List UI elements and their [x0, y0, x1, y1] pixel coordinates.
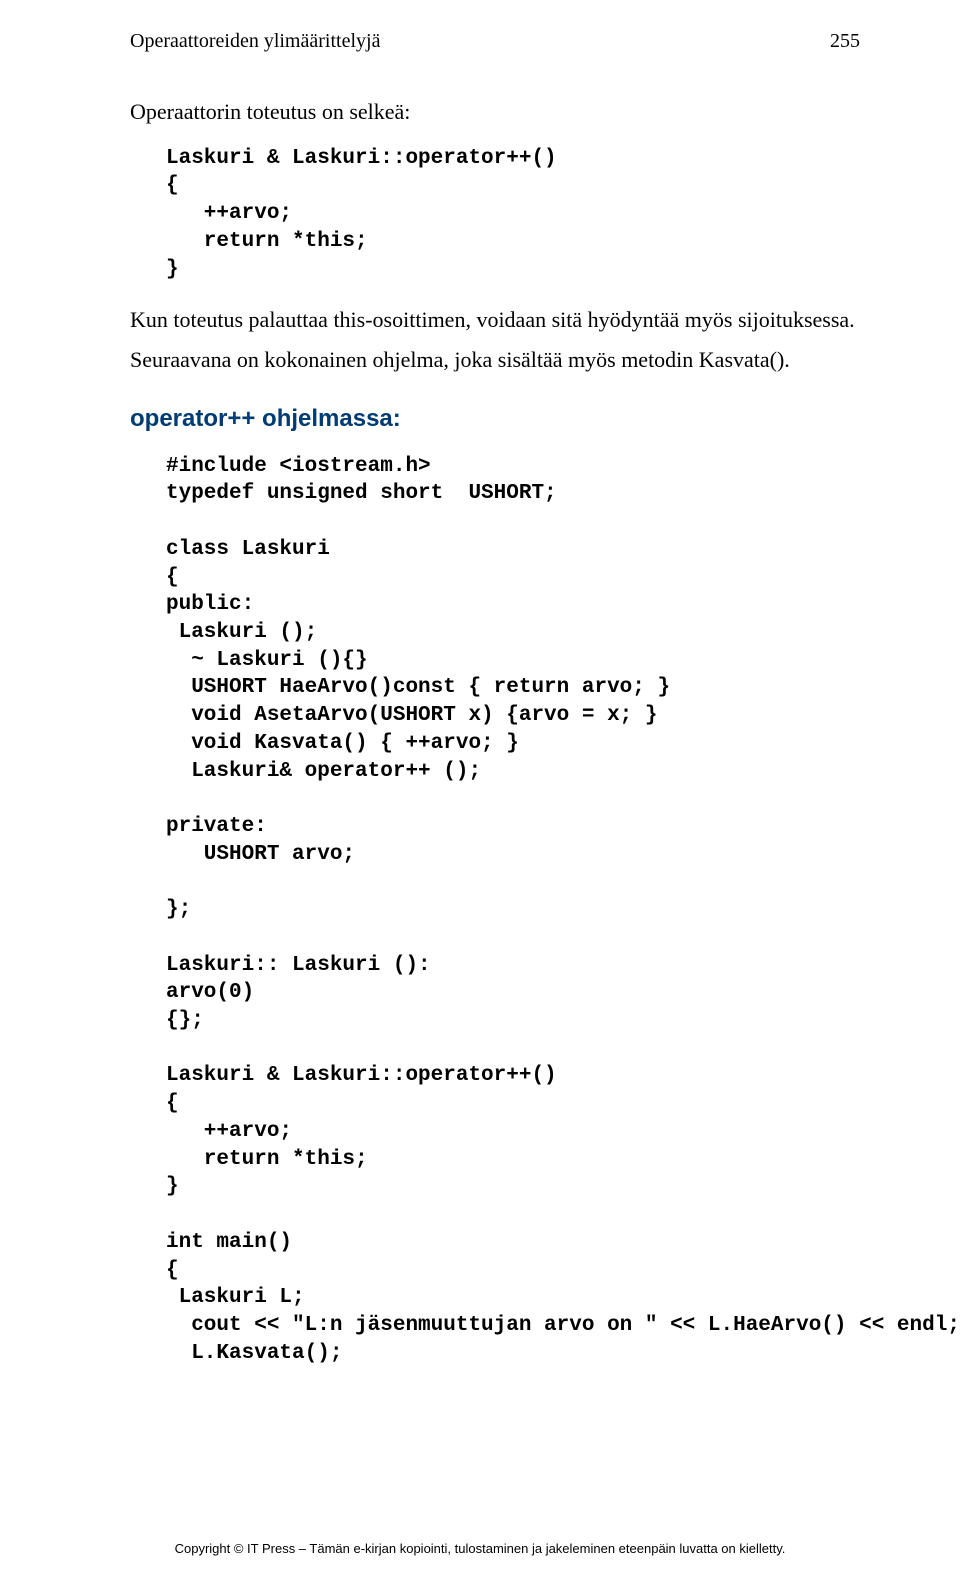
code-block-1: Laskuri & Laskuri::operator++() { ++arvo…: [166, 145, 860, 284]
footer-copyright: Copyright © IT Press – Tämän e-kirjan ko…: [0, 1541, 960, 1556]
paragraph-2: Kun toteutus palauttaa this-osoittimen, …: [130, 305, 860, 335]
paragraph-intro: Operaattorin toteutus on selkeä:: [130, 97, 860, 127]
section-title: operator++ ohjelmassa:: [130, 405, 860, 433]
paragraph-3: Seuraavana on kokonainen ohjelma, joka s…: [130, 345, 860, 375]
page-header: Operaattoreiden ylimäärittelyjä 255: [130, 30, 860, 53]
page-number: 255: [830, 30, 860, 53]
header-title: Operaattoreiden ylimäärittelyjä: [130, 30, 380, 53]
code-block-2: #include <iostream.h> typedef unsigned s…: [166, 453, 860, 1368]
page: Operaattoreiden ylimäärittelyjä 255 Oper…: [0, 0, 960, 1576]
